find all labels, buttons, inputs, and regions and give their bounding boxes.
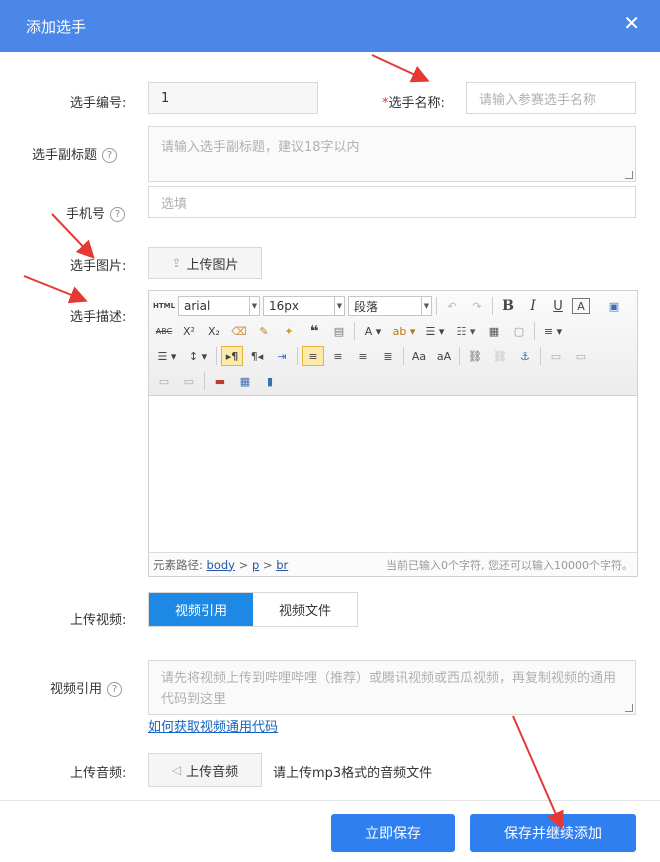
- annotation-arrow: [512, 715, 564, 830]
- annotation-arrows: [23, 54, 564, 830]
- annotation-arrow: [371, 54, 430, 83]
- annotation-arrow: [51, 213, 95, 259]
- annotation-arrow: [23, 275, 88, 304]
